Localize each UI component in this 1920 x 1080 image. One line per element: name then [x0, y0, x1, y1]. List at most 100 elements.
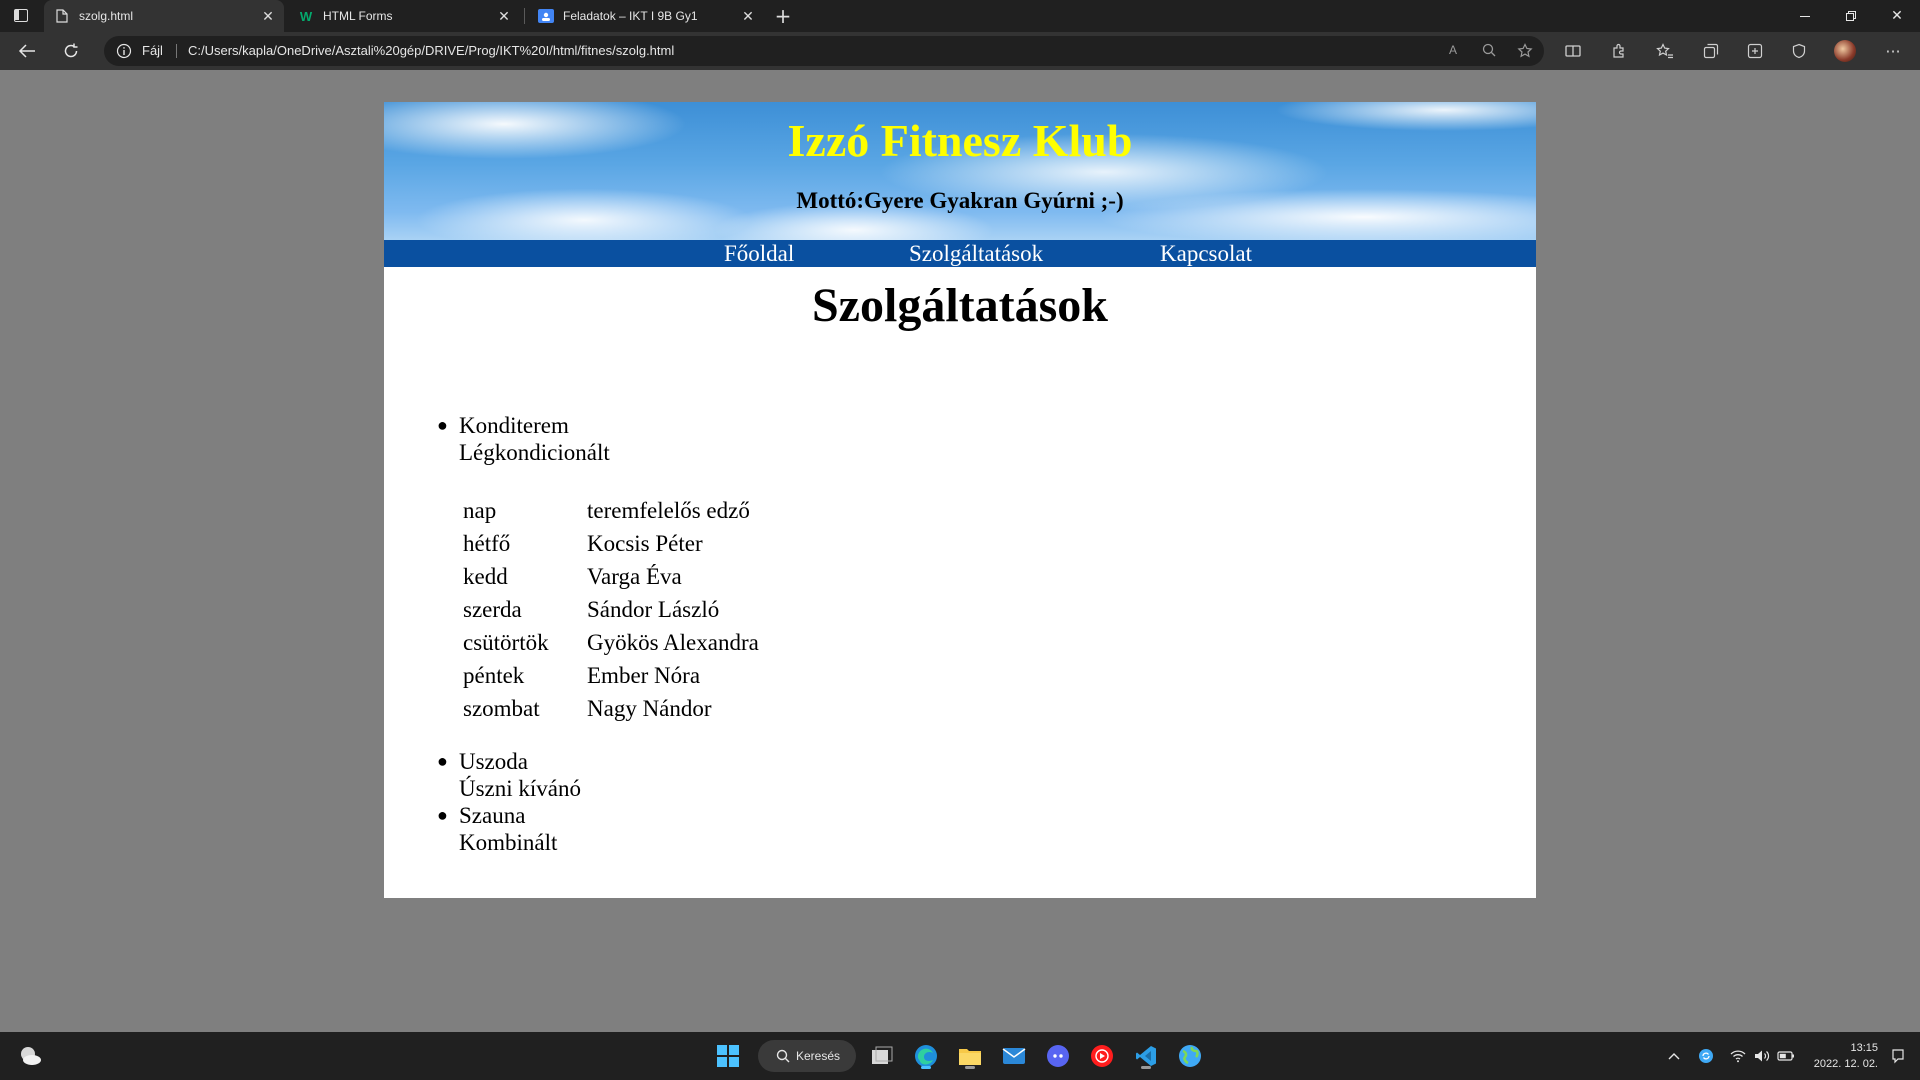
extensions-icon[interactable]: [1608, 40, 1630, 62]
day-cell: péntek: [463, 663, 525, 688]
system-clock[interactable]: 13:15 2022. 12. 02.: [1814, 1040, 1878, 1072]
url-text[interactable]: C:/Users/kapla/OneDrive/Asztali%20gép/DR…: [188, 43, 674, 58]
w3schools-icon: W: [299, 8, 313, 24]
tab-title: Feladatok – IKT I 9B Gy1: [563, 9, 698, 23]
file-explorer-icon[interactable]: [954, 1040, 986, 1072]
favorites-icon[interactable]: [1654, 40, 1676, 62]
address-bar[interactable]: Fájl C:/Users/kapla/OneDrive/Asztali%20g…: [104, 36, 1544, 66]
tab-actions-menu[interactable]: [8, 8, 9, 24]
close-tab-icon[interactable]: ✕: [738, 8, 758, 25]
minimize-icon[interactable]: [1782, 0, 1828, 32]
tab-divider: [524, 8, 525, 24]
table-row: kedd Varga Éva: [463, 560, 759, 593]
close-tab-icon[interactable]: ✕: [258, 8, 278, 25]
day-cell: szerda: [463, 597, 522, 622]
task-view-icon[interactable]: [866, 1040, 898, 1072]
new-tab-button[interactable]: +: [770, 4, 796, 28]
search-label: Keresés: [796, 1049, 841, 1063]
tab-actions-icon[interactable]: [14, 9, 28, 22]
weather-icon[interactable]: [14, 1040, 46, 1072]
onedrive-sync-icon[interactable]: [1696, 1046, 1716, 1066]
table-row: szerda Sándor László: [463, 593, 759, 626]
settings-more-icon[interactable]: ···: [1882, 40, 1904, 62]
restore-icon[interactable]: [1828, 0, 1874, 32]
tab-szolg[interactable]: szolg.html ✕: [44, 0, 284, 32]
battery-icon[interactable]: [1776, 1046, 1796, 1066]
bullet-icon: ●: [437, 415, 448, 435]
tab-bar: szolg.html ✕ W HTML Forms ✕ Feladatok – …: [0, 0, 1920, 32]
browser-essentials-icon[interactable]: [1788, 40, 1810, 62]
day-cell: hétfő: [463, 531, 511, 556]
protocol-label: Fájl: [142, 43, 163, 58]
day-cell: csütörtök: [463, 630, 549, 655]
trainer-cell: Gyökös Alexandra: [587, 630, 759, 655]
volume-icon[interactable]: [1752, 1046, 1772, 1066]
refresh-button[interactable]: [56, 37, 86, 65]
clock-time: 13:15: [1850, 1042, 1878, 1054]
table-header-row: nap teremfelelős edző: [463, 494, 759, 527]
table-row: péntek Ember Nóra: [463, 659, 759, 692]
nav-fooldal[interactable]: Főoldal: [724, 240, 794, 267]
table-row: csütörtök Gyökös Alexandra: [463, 626, 759, 659]
trainer-cell: Nagy Nándor: [587, 696, 712, 721]
page-title: Szolgáltatások: [811, 279, 1108, 332]
trainer-cell: Ember Nóra: [587, 663, 701, 688]
service-desc: Légkondicionált: [459, 440, 610, 465]
running-indicator: [965, 1066, 975, 1069]
vscode-icon[interactable]: [1130, 1040, 1162, 1072]
nav-kapcsolat[interactable]: Kapcsolat: [1160, 240, 1252, 267]
site-motto: Mottó:Gyere Gyakran Gyúrni ;-): [796, 188, 1124, 213]
tab-feladatok[interactable]: Feladatok – IKT I 9B Gy1 ✕: [528, 0, 764, 32]
wifi-icon[interactable]: [1728, 1046, 1748, 1066]
discord-icon[interactable]: [1042, 1040, 1074, 1072]
running-indicator: [1141, 1066, 1151, 1069]
collections-icon[interactable]: [1700, 40, 1722, 62]
taskbar-search[interactable]: Keresés: [758, 1040, 856, 1072]
web-capture-icon[interactable]: [1744, 40, 1766, 62]
tab-html-forms[interactable]: W HTML Forms ✕: [288, 0, 520, 32]
close-tab-icon[interactable]: ✕: [494, 8, 514, 25]
service-name: Szauna: [459, 803, 526, 828]
notification-icon[interactable]: [1888, 1046, 1908, 1066]
nav-szolgaltatasok[interactable]: Szolgáltatások: [909, 240, 1043, 267]
back-button[interactable]: [12, 37, 42, 65]
trainer-cell: Varga Éva: [587, 564, 682, 589]
read-aloud-icon[interactable]: A: [1444, 43, 1462, 59]
service-name: Konditerem: [459, 413, 569, 438]
add-favorite-icon[interactable]: [1516, 43, 1534, 59]
back-arrow-icon: [18, 44, 35, 58]
header-banner: Izzó Fitnesz Klub Mottó:Gyere Gyakran Gy…: [384, 102, 1536, 240]
bullet-icon: ●: [437, 751, 448, 771]
zoom-icon[interactable]: [1480, 43, 1498, 59]
taskbar: Keresés 13:15 2022. 12. 02.: [0, 1032, 1920, 1080]
column-header: nap: [463, 498, 497, 523]
profile-avatar[interactable]: [1834, 40, 1856, 62]
globe-app-icon[interactable]: [1174, 1040, 1206, 1072]
site-title: Izzó Fitnesz Klub: [787, 115, 1133, 166]
service-name: Uszoda: [459, 749, 528, 774]
browser-toolbar: Fájl C:/Users/kapla/OneDrive/Asztali%20g…: [0, 32, 1920, 70]
search-icon: [776, 1049, 790, 1063]
active-indicator: [921, 1066, 931, 1069]
day-cell: kedd: [463, 564, 508, 589]
refresh-icon: [64, 43, 78, 58]
tab-title: HTML Forms: [323, 9, 393, 23]
list-item: ● Uszoda Úszni kívánó: [437, 748, 582, 802]
day-cell: szombat: [463, 696, 540, 721]
youtube-music-icon[interactable]: [1086, 1040, 1118, 1072]
list-item: ● Szauna Kombinált: [437, 802, 558, 856]
close-window-icon[interactable]: ✕: [1874, 0, 1920, 32]
trainer-cell: Kocsis Péter: [587, 531, 703, 556]
chevron-up-icon[interactable]: [1664, 1046, 1684, 1066]
clock-date: 2022. 12. 02.: [1813, 1058, 1878, 1070]
info-icon[interactable]: [116, 43, 132, 63]
edge-icon[interactable]: [910, 1040, 942, 1072]
service-desc: Úszni kívánó: [459, 776, 582, 801]
service-desc: Kombinált: [459, 830, 558, 855]
table-row: hétfő Kocsis Péter: [463, 527, 759, 560]
list-item: ● Konditerem Légkondicionált: [437, 412, 610, 466]
immersive-reader-icon[interactable]: [1562, 40, 1584, 62]
start-icon[interactable]: [712, 1040, 744, 1072]
schedule-table: nap teremfelelős edző hétfő Kocsis Péter…: [463, 494, 759, 725]
mail-icon[interactable]: [998, 1040, 1030, 1072]
